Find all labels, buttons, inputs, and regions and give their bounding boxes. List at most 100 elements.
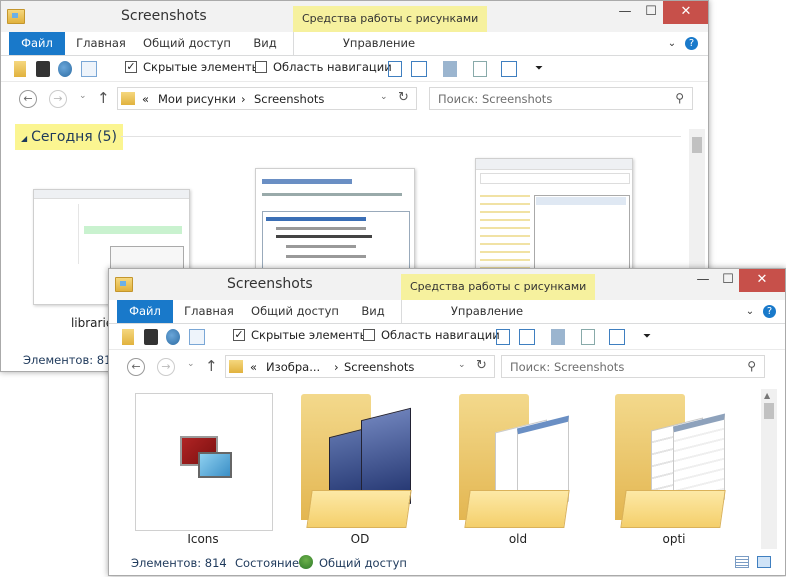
select-icon[interactable] [609, 329, 625, 345]
monitor-icon [198, 452, 232, 478]
tab-view[interactable]: Вид [353, 300, 393, 323]
folder-icon[interactable] [459, 394, 577, 528]
close-button[interactable]: ✕ [663, 1, 708, 24]
nav-pane-checkbox[interactable] [255, 61, 267, 73]
search-input[interactable]: Поиск: Screenshots [510, 360, 624, 374]
breadcrumb-screenshots[interactable]: Screenshots [344, 360, 414, 374]
front-explorer-window[interactable]: Screenshots Средства работы с рисунками … [108, 268, 786, 576]
address-bar[interactable]: « Изобра... › Screenshots ⌄ ↻ [225, 355, 495, 378]
forward-icon[interactable]: → [49, 90, 67, 108]
vertical-scrollbar[interactable]: ▲ [761, 389, 777, 549]
search-box[interactable]: Поиск: Screenshots ⚲ [501, 355, 765, 378]
folder-icon[interactable] [14, 61, 26, 77]
folder-icon[interactable] [7, 9, 25, 24]
tab-file[interactable]: Файл [117, 300, 173, 323]
back-icon[interactable]: ← [19, 90, 37, 108]
tab-view[interactable]: Вид [245, 32, 285, 55]
tab-manage[interactable]: Управление [331, 32, 427, 55]
item-name[interactable]: opti [615, 532, 733, 546]
chevron-down-icon[interactable]: ⌄ [79, 91, 87, 101]
ribbon-tabs: Файл Главная Общий доступ Вид Управление… [1, 32, 708, 56]
breadcrumb-pictures[interactable]: Мои рисунки [158, 92, 236, 106]
content-area: Icons OD old opti [109, 384, 761, 549]
item-name[interactable]: Icons [135, 532, 271, 546]
search-input[interactable]: Поиск: Screenshots [438, 92, 552, 106]
refresh-icon[interactable]: ↻ [398, 90, 409, 105]
sort-icon[interactable] [443, 61, 457, 77]
tab-divider [293, 32, 294, 55]
maximize-button[interactable]: ☐ [717, 269, 739, 292]
item-icons[interactable] [135, 393, 273, 531]
search-box[interactable]: Поиск: Screenshots ⚲ [429, 87, 693, 110]
tab-share[interactable]: Общий доступ [249, 300, 341, 323]
folder-icon[interactable] [122, 329, 134, 345]
minimize-button[interactable]: — [611, 1, 639, 24]
breadcrumb-pictures[interactable]: Изобра... [266, 360, 320, 374]
rename-icon[interactable] [189, 329, 205, 345]
scrollbar-thumb[interactable] [764, 403, 774, 419]
pane-icon[interactable] [388, 61, 402, 77]
help-icon[interactable]: ? [763, 305, 776, 318]
sort-icon[interactable] [551, 329, 565, 345]
layout-icon[interactable] [519, 329, 535, 345]
copy-icon[interactable] [473, 61, 487, 77]
title-bar[interactable]: Screenshots Средства работы с рисунками … [109, 269, 785, 300]
breadcrumb-separator[interactable]: › [241, 92, 246, 106]
tab-home[interactable]: Главная [179, 300, 239, 323]
breadcrumb-overflow[interactable]: « [250, 360, 257, 374]
search-icon[interactable]: ⚲ [747, 359, 756, 373]
pane-icon[interactable] [496, 329, 510, 345]
group-header[interactable]: ◢ Сегодня (5) [15, 124, 124, 150]
scroll-up-icon[interactable]: ▲ [764, 391, 770, 400]
picture-tools-context-tab: Средства работы с рисунками [293, 6, 488, 32]
minimize-button[interactable]: — [689, 269, 717, 292]
tab-file[interactable]: Файл [9, 32, 65, 55]
breadcrumb-overflow[interactable]: « [142, 92, 149, 106]
folder-icon[interactable] [115, 277, 133, 292]
up-icon[interactable]: ↑ [97, 89, 110, 107]
select-icon[interactable] [501, 61, 517, 77]
refresh-icon[interactable]: ↻ [476, 358, 487, 373]
close-button[interactable]: ✕ [739, 269, 785, 292]
title-bar[interactable]: Screenshots Средства работы с рисунками … [1, 1, 708, 32]
up-icon[interactable]: ↑ [205, 357, 218, 375]
tab-share[interactable]: Общий доступ [141, 32, 233, 55]
maximize-button[interactable]: ☐ [639, 1, 663, 24]
help-icon[interactable]: ? [685, 37, 698, 50]
item-name[interactable]: OD [301, 532, 419, 546]
search-icon[interactable]: ⚲ [675, 91, 684, 105]
hidden-items-checkbox[interactable]: ✓ [125, 61, 137, 73]
chevron-down-icon[interactable]: ⏷ [643, 329, 651, 345]
copy-icon[interactable] [581, 329, 595, 345]
chevron-down-icon[interactable]: ⌄ [458, 360, 466, 370]
properties-icon[interactable] [144, 329, 158, 345]
back-icon[interactable]: ← [127, 358, 145, 376]
chevron-down-icon[interactable]: ⏷ [535, 61, 543, 77]
scrollbar-thumb[interactable] [692, 137, 702, 153]
chevron-down-icon[interactable]: ⌄ [665, 32, 679, 55]
layout-icon[interactable] [411, 61, 427, 77]
collapse-icon[interactable]: ◢ [21, 134, 27, 143]
details-view-icon[interactable] [735, 556, 749, 568]
chevron-down-icon[interactable]: ⌄ [743, 300, 757, 323]
tab-home[interactable]: Главная [71, 32, 131, 55]
status-state-label: Состояние: [235, 556, 303, 570]
properties-icon[interactable] [36, 61, 50, 77]
folder-icon[interactable] [301, 394, 419, 528]
network-icon[interactable] [166, 329, 180, 345]
forward-icon[interactable]: → [157, 358, 175, 376]
large-icons-view-icon[interactable] [757, 556, 771, 568]
hidden-items-checkbox[interactable]: ✓ [233, 329, 245, 341]
chevron-down-icon[interactable]: ⌄ [380, 92, 388, 102]
tab-manage[interactable]: Управление [439, 300, 535, 323]
address-bar[interactable]: « Мои рисунки › Screenshots ⌄ ↻ [117, 87, 417, 110]
breadcrumb-screenshots[interactable]: Screenshots [254, 92, 324, 106]
picture-tools-context-tab: Средства работы с рисунками [401, 274, 596, 300]
nav-pane-checkbox[interactable] [363, 329, 375, 341]
chevron-down-icon[interactable]: ⌄ [187, 359, 195, 369]
breadcrumb-separator[interactable]: › [334, 360, 339, 374]
folder-icon[interactable] [615, 394, 733, 528]
item-name[interactable]: old [459, 532, 577, 546]
rename-icon[interactable] [81, 61, 97, 77]
network-icon[interactable] [58, 61, 72, 77]
